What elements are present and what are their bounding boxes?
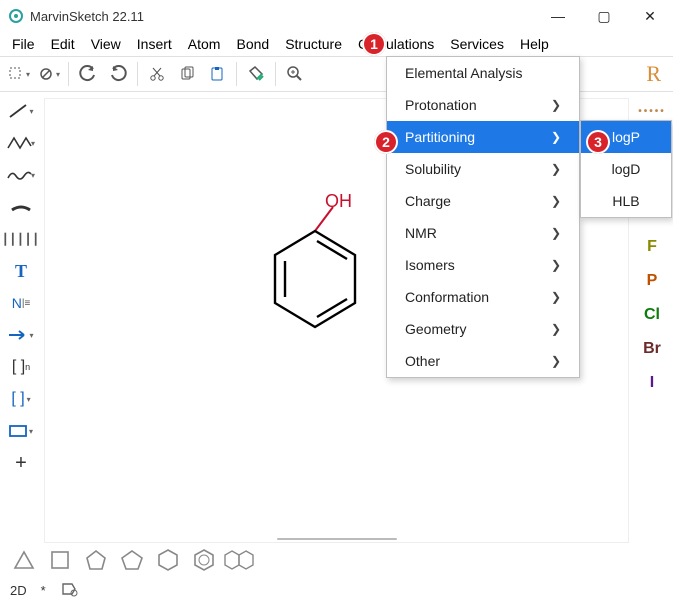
undo-button[interactable] <box>74 60 102 88</box>
annotation-badge-2: 2 <box>374 130 398 154</box>
submenu-item-logd[interactable]: logD <box>581 153 671 185</box>
canvas-scroll-indicator <box>277 538 397 540</box>
element-i[interactable]: I <box>637 370 667 396</box>
template-naphthalene[interactable] <box>228 548 252 572</box>
menu-bar: File Edit View Insert Atom Bond Structur… <box>0 32 673 56</box>
paste-button[interactable] <box>203 60 231 88</box>
select-tool[interactable] <box>5 60 33 88</box>
menu-item-protonation[interactable]: Protonation❯ <box>387 89 579 121</box>
menu-view[interactable]: View <box>83 34 129 54</box>
menu-help[interactable]: Help <box>512 34 557 54</box>
annotation-badge-1: 1 <box>362 32 386 56</box>
template-hexagon[interactable] <box>156 548 180 572</box>
template-benzene[interactable] <box>192 548 216 572</box>
menu-file[interactable]: File <box>4 34 43 54</box>
tool-brackets-n[interactable]: [ ]n <box>5 354 37 380</box>
tool-plus[interactable]: + <box>5 450 37 476</box>
status-mode[interactable]: 2D <box>10 583 27 598</box>
tool-bold-bond[interactable] <box>5 194 37 220</box>
app-icon <box>8 8 24 24</box>
menu-services[interactable]: Services <box>442 34 512 54</box>
menu-item-nmr[interactable]: NMR❯ <box>387 217 579 249</box>
status-star[interactable]: * <box>41 583 46 598</box>
menu-structure[interactable]: Structure <box>277 34 350 54</box>
title-bar: MarvinSketch 22.11 — ▢ ✕ <box>0 0 673 32</box>
tool-name[interactable]: N|≡ <box>5 290 37 316</box>
maximize-button[interactable]: ▢ <box>581 0 627 32</box>
template-cyclopentane[interactable] <box>84 548 108 572</box>
template-triangle[interactable] <box>12 548 36 572</box>
menu-insert[interactable]: Insert <box>129 34 180 54</box>
tool-hash-bond[interactable]: ┃┃┃┃┃ <box>5 226 37 252</box>
left-toolbar: ▾ ▾ ▾ ┃┃┃┃┃ T N|≡ ▾ [ ]n [ ]▾ ▾ + <box>0 92 42 543</box>
menu-item-conformation[interactable]: Conformation❯ <box>387 281 579 313</box>
r-group-label[interactable]: R <box>646 61 661 87</box>
tool-text[interactable]: T <box>5 258 37 284</box>
tool-wavy[interactable]: ▾ <box>5 162 37 188</box>
menu-bond[interactable]: Bond <box>228 34 277 54</box>
clean-button[interactable] <box>242 60 270 88</box>
menu-atom[interactable]: Atom <box>180 34 229 54</box>
menu-item-charge[interactable]: Charge❯ <box>387 185 579 217</box>
menu-item-elemental-analysis[interactable]: Elemental Analysis <box>387 57 579 89</box>
template-square[interactable] <box>48 548 72 572</box>
tool-chain[interactable]: ▾ <box>5 130 37 156</box>
copy-button[interactable] <box>173 60 201 88</box>
submenu-item-hlb[interactable]: HLB <box>581 185 671 217</box>
annotation-badge-3: 3 <box>586 130 610 154</box>
close-button[interactable]: ✕ <box>627 0 673 32</box>
element-p[interactable]: P <box>637 268 667 294</box>
menu-edit[interactable]: Edit <box>43 34 83 54</box>
bottom-bar: 2D * <box>0 543 673 603</box>
tool-rect[interactable]: ▾ <box>5 418 37 444</box>
template-pentagon[interactable] <box>120 548 144 572</box>
tool-arrow[interactable]: ▾ <box>5 322 37 348</box>
template-row <box>0 543 673 577</box>
element-br[interactable]: Br <box>637 336 667 362</box>
tool-brackets[interactable]: [ ]▾ <box>5 386 37 412</box>
hydroxyl-label: OH <box>325 191 352 211</box>
zoom-in-button[interactable] <box>281 60 309 88</box>
cut-button[interactable] <box>143 60 171 88</box>
tool-single-bond[interactable]: ▾ <box>5 98 37 124</box>
menu-item-geometry[interactable]: Geometry❯ <box>387 313 579 345</box>
window-title: MarvinSketch 22.11 <box>30 9 144 24</box>
menu-item-other[interactable]: Other❯ <box>387 345 579 377</box>
redo-button[interactable] <box>104 60 132 88</box>
element-f[interactable]: F <box>637 234 667 260</box>
status-icon[interactable] <box>60 581 78 600</box>
menu-item-solubility[interactable]: Solubility❯ <box>387 153 579 185</box>
element-cl[interactable]: Cl <box>637 302 667 328</box>
status-bar: 2D * <box>0 577 673 603</box>
minimize-button[interactable]: — <box>535 0 581 32</box>
menu-item-partitioning[interactable]: Partitioning❯ <box>387 121 579 153</box>
erase-tool[interactable] <box>35 60 63 88</box>
calculations-menu: Elemental Analysis Protonation❯ Partitio… <box>386 56 580 378</box>
menu-item-isomers[interactable]: Isomers❯ <box>387 249 579 281</box>
